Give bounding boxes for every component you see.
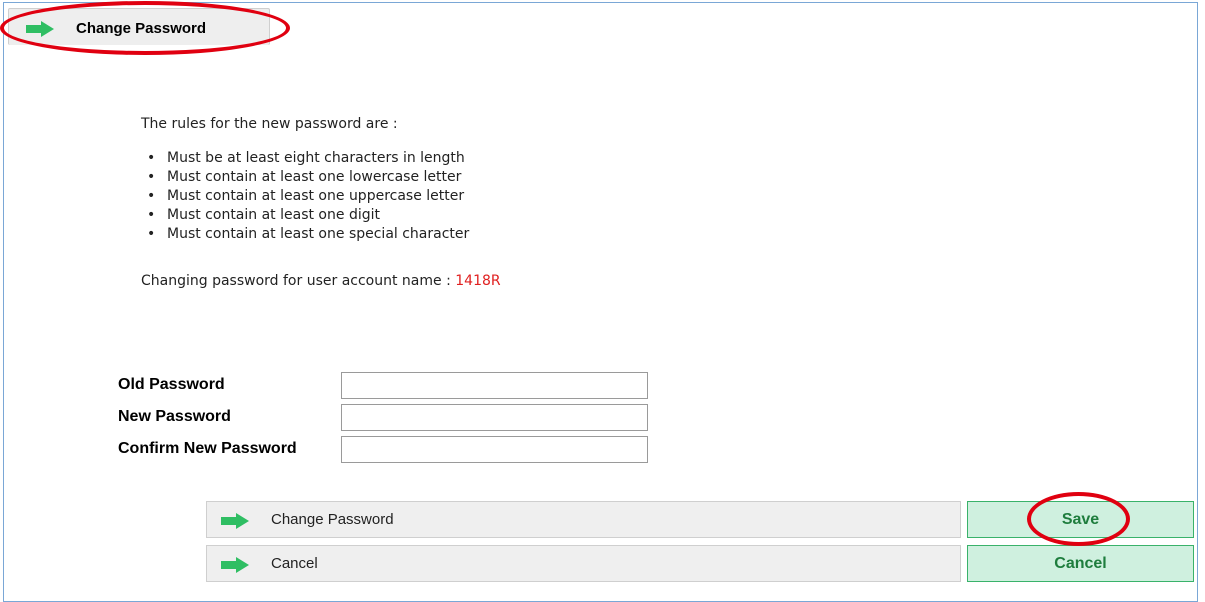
account-name: 1418R: [455, 273, 501, 289]
confirm-password-label: Confirm New Password: [118, 440, 297, 457]
confirm-password-input[interactable]: [341, 436, 648, 463]
right-arrow-icon: [26, 21, 54, 37]
save-button[interactable]: Save: [967, 501, 1194, 538]
cancel-button[interactable]: Cancel: [967, 545, 1194, 582]
tab-change-password[interactable]: Change Password: [8, 8, 270, 45]
cancel-action-label: Cancel: [271, 555, 318, 572]
rule-item: Must contain at least one digit: [147, 206, 469, 225]
account-line: Changing password for user account name …: [141, 273, 501, 289]
password-rules-list: Must be at least eight characters in len…: [147, 149, 469, 244]
new-password-input[interactable]: [341, 404, 648, 431]
old-password-label: Old Password: [118, 376, 225, 393]
rule-item: Must be at least eight characters in len…: [147, 149, 469, 168]
right-arrow-icon: [221, 513, 249, 529]
cancel-action[interactable]: Cancel: [206, 545, 961, 582]
rule-item: Must contain at least one uppercase lett…: [147, 187, 469, 206]
rules-intro: The rules for the new password are :: [141, 116, 398, 132]
right-arrow-icon: [221, 557, 249, 573]
new-password-label: New Password: [118, 408, 231, 425]
account-label: Changing password for user account name …: [141, 273, 451, 289]
tab-title: Change Password: [76, 20, 207, 37]
old-password-input[interactable]: [341, 372, 648, 399]
rule-item: Must contain at least one special charac…: [147, 225, 469, 244]
rule-item: Must contain at least one lowercase lett…: [147, 168, 469, 187]
change-password-action-label: Change Password: [271, 511, 394, 528]
change-password-action[interactable]: Change Password: [206, 501, 961, 538]
